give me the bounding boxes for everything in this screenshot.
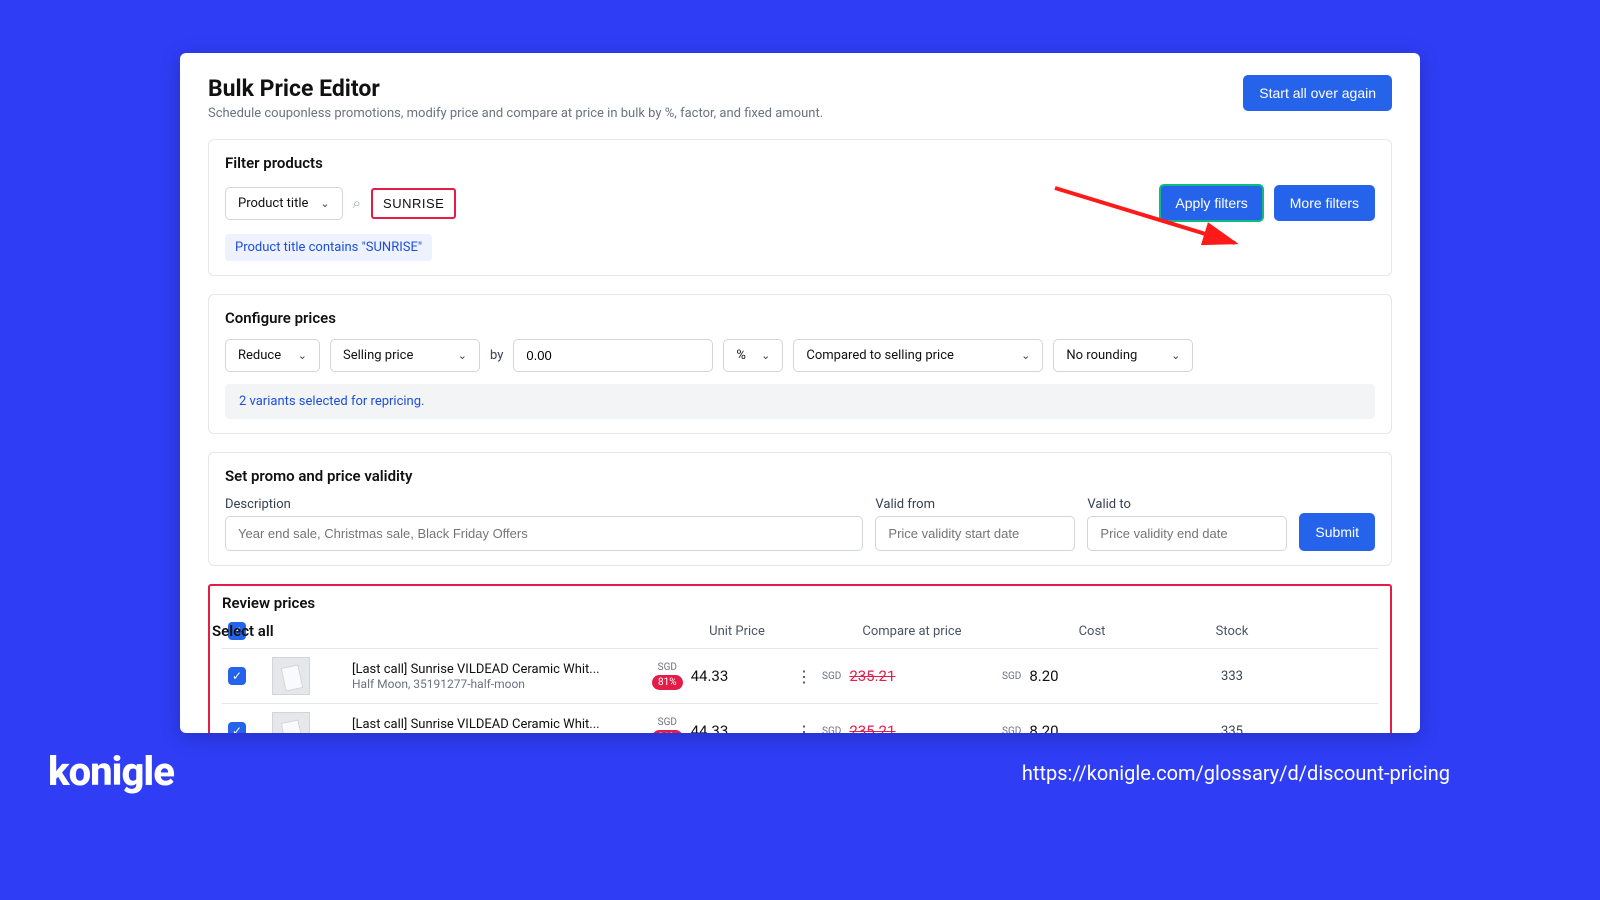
chevron-down-icon: ⌄ <box>458 349 467 362</box>
unit-price: 44.33 <box>691 667 729 685</box>
filter-field-select[interactable]: Product title ⌄ <box>225 187 343 220</box>
chevron-down-icon: ⌄ <box>298 349 307 362</box>
valid-to-label: Valid to <box>1087 497 1287 512</box>
currency-label: SGD <box>822 671 841 682</box>
filter-title: Filter products <box>225 154 1375 172</box>
configure-title: Configure prices <box>225 309 1375 327</box>
valid-to-input[interactable] <box>1087 516 1287 551</box>
chevron-down-icon: ⌄ <box>1171 349 1180 362</box>
compare-price: 235.21 <box>849 722 895 733</box>
col-cost: Cost <box>1002 624 1182 639</box>
row-checkbox[interactable]: ✓ <box>228 722 246 733</box>
valid-from-input[interactable] <box>875 516 1075 551</box>
validity-title: Set promo and price validity <box>225 467 1375 485</box>
product-title: [Last call] Sunrise VILDEAD Ceramic Whit… <box>352 717 632 732</box>
header-row: Bulk Price Editor Schedule couponless pr… <box>208 75 1392 121</box>
start-over-button[interactable]: Start all over again <box>1243 75 1392 111</box>
product-thumb <box>272 657 310 695</box>
apply-filters-button[interactable]: Apply filters <box>1159 184 1263 222</box>
col-unit-price: Unit Price <box>652 624 822 639</box>
currency-label: SGD <box>658 717 677 728</box>
app-card: Bulk Price Editor Schedule couponless pr… <box>180 53 1420 733</box>
unit-select[interactable]: % ⌄ <box>723 339 783 372</box>
discount-badge: 81% <box>652 730 683 733</box>
footer-url: https://konigle.com/glossary/d/discount-… <box>1022 761 1450 785</box>
kebab-icon[interactable]: ⋮ <box>796 722 812 734</box>
rounding-label: No rounding <box>1066 348 1137 363</box>
filter-field-label: Product title <box>238 196 308 211</box>
table-row: ✓ [Last call] Sunrise VILDEAD Ceramic Wh… <box>222 703 1378 733</box>
header-text: Bulk Price Editor Schedule couponless pr… <box>208 75 823 121</box>
cost-price: 8.20 <box>1029 667 1058 685</box>
description-input[interactable] <box>225 516 863 551</box>
product-thumb <box>272 712 310 733</box>
currency-label: SGD <box>1002 726 1021 734</box>
amount-input[interactable] <box>513 339 713 372</box>
page-title: Bulk Price Editor <box>208 75 823 102</box>
cost-price: 8.20 <box>1029 722 1058 733</box>
description-label: Description <box>225 497 863 512</box>
product-subtitle: Elegant L, 35191277-elegant-l <box>352 732 652 734</box>
more-filters-button[interactable]: More filters <box>1274 185 1375 221</box>
submit-button[interactable]: Submit <box>1299 513 1375 551</box>
table-row: ✓ [Last call] Sunrise VILDEAD Ceramic Wh… <box>222 648 1378 703</box>
currency-label: SGD <box>1002 671 1021 682</box>
config-status: 2 variants selected for repricing. <box>225 384 1375 419</box>
review-panel: Review prices ✓ Select all Unit Price Co… <box>208 584 1392 733</box>
rounding-select[interactable]: No rounding ⌄ <box>1053 339 1193 372</box>
filter-panel: Filter products Product title ⌄ ⌕ Apply … <box>208 139 1392 276</box>
validity-panel: Set promo and price validity Description… <box>208 452 1392 566</box>
stock-value: 333 <box>1182 669 1282 684</box>
brand-logo: konigle <box>48 748 174 795</box>
chevron-down-icon: ⌄ <box>1021 349 1030 362</box>
unit-label: % <box>736 348 746 363</box>
action-label: Reduce <box>238 348 281 363</box>
review-title: Review prices <box>222 594 1378 612</box>
chevron-down-icon: ⌄ <box>761 349 770 362</box>
compare-price: 235.21 <box>849 667 895 685</box>
currency-label: SGD <box>822 726 841 734</box>
price-type-label: Selling price <box>343 348 413 363</box>
search-icon: ⌕ <box>353 194 361 212</box>
filter-search-input[interactable] <box>371 188 456 219</box>
chevron-down-icon: ⌄ <box>320 197 329 210</box>
action-select[interactable]: Reduce ⌄ <box>225 339 320 372</box>
select-all-label: Select all <box>212 622 652 640</box>
valid-from-label: Valid from <box>875 497 1075 512</box>
price-type-select[interactable]: Selling price ⌄ <box>330 339 480 372</box>
kebab-icon[interactable]: ⋮ <box>796 667 812 686</box>
compare-basis-label: Compared to selling price <box>806 348 954 363</box>
filter-chip[interactable]: Product title contains "SUNRISE" <box>225 234 432 261</box>
configure-panel: Configure prices Reduce ⌄ Selling price … <box>208 294 1392 434</box>
unit-price: 44.33 <box>691 722 729 733</box>
compare-basis-select[interactable]: Compared to selling price ⌄ <box>793 339 1043 372</box>
currency-label: SGD <box>658 662 677 673</box>
product-subtitle: Half Moon, 35191277-half-moon <box>352 677 652 691</box>
product-title: [Last call] Sunrise VILDEAD Ceramic Whit… <box>352 662 632 677</box>
row-checkbox[interactable]: ✓ <box>228 667 246 685</box>
review-header: ✓ Select all Unit Price Compare at price… <box>222 618 1378 648</box>
col-compare: Compare at price <box>822 624 1002 639</box>
page-subtitle: Schedule couponless promotions, modify p… <box>208 106 823 121</box>
by-label: by <box>490 348 503 363</box>
col-stock: Stock <box>1182 624 1282 639</box>
discount-badge: 81% <box>652 675 683 690</box>
stock-value: 335 <box>1182 724 1282 734</box>
